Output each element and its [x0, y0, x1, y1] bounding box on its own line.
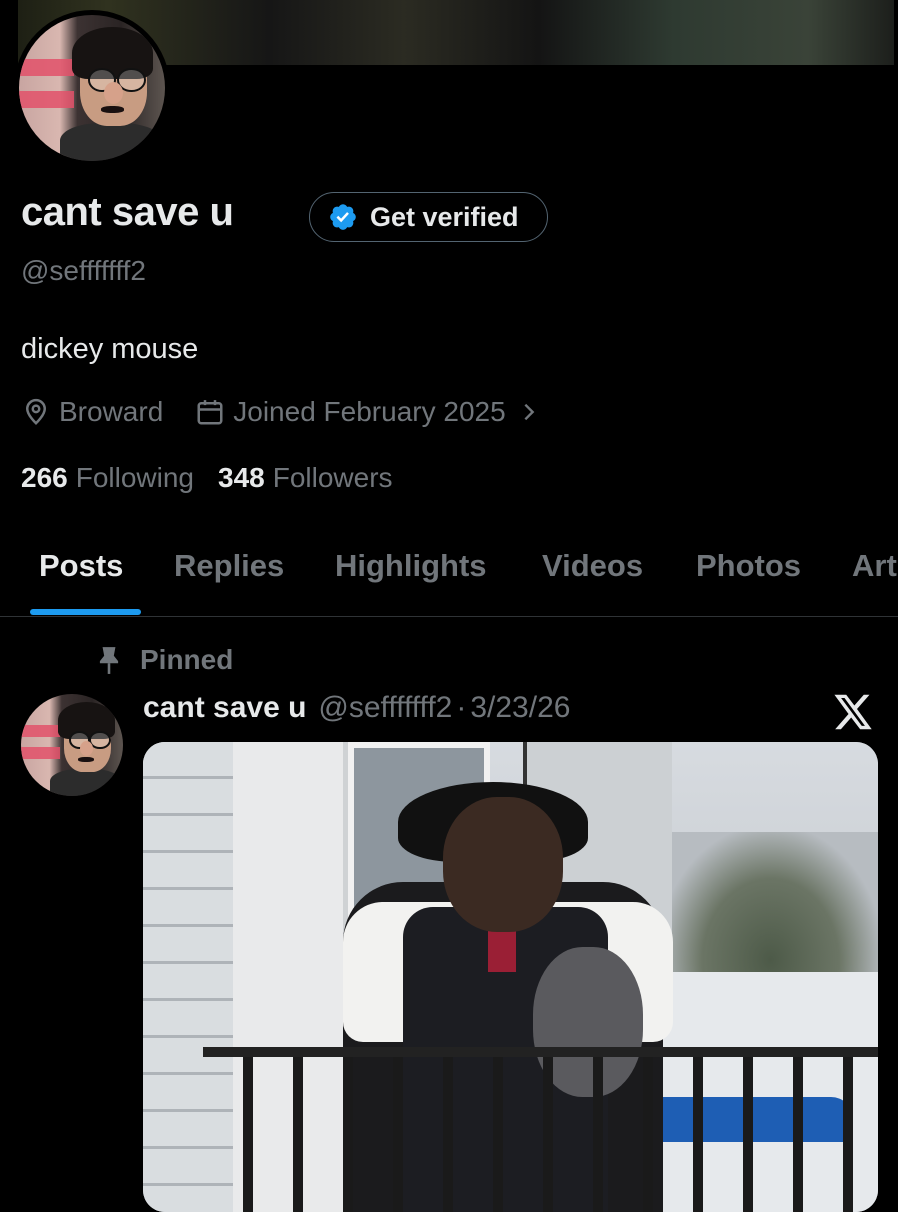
display-name: cant save u: [21, 190, 234, 234]
post-header: cant save u @sefffffff2 · 3/23/26: [143, 691, 570, 725]
photo-railing: [203, 1047, 878, 1212]
get-verified-button[interactable]: Get verified: [309, 192, 548, 242]
location-pin-icon: [25, 398, 47, 425]
banner-edge: [0, 0, 18, 65]
tab-posts[interactable]: Posts: [39, 548, 123, 584]
avatar-shirt: [59, 123, 163, 161]
avatar-bg-shelf: [19, 90, 75, 109]
pin-icon: [99, 647, 119, 674]
followers-link[interactable]: 348 Followers: [218, 462, 393, 494]
avatar-bg-shelf: [19, 58, 75, 77]
banner-edge: [894, 0, 898, 65]
pinned-indicator: Pinned: [96, 644, 233, 676]
pinned-label: Pinned: [140, 644, 234, 675]
photo-trees: [663, 832, 878, 992]
join-date[interactable]: Joined February 2025: [195, 396, 539, 428]
profile-meta: Broward Joined February 2025: [21, 396, 572, 428]
avatar-shirt: [49, 769, 121, 796]
avatar-bg-shelf: [21, 747, 60, 760]
tab-replies[interactable]: Replies: [174, 548, 284, 584]
following-count: 266: [21, 462, 68, 493]
avatar-image: [19, 15, 165, 161]
calendar-icon: [197, 400, 223, 425]
post-separator: ·: [456, 691, 467, 724]
join-date-text: Joined February 2025: [233, 396, 506, 427]
avatar-bg-shelf: [21, 724, 60, 737]
followers-count: 348: [218, 462, 265, 493]
post-author-handle[interactable]: @sefffffff2: [318, 691, 452, 725]
active-tab-indicator: [30, 609, 141, 615]
x-logo-icon[interactable]: [832, 693, 874, 731]
profile-handle: @sefffffff2: [21, 255, 146, 286]
post-author-name[interactable]: cant save u: [143, 691, 306, 725]
get-verified-label: Get verified: [370, 201, 519, 232]
tab-highlights[interactable]: Highlights: [335, 548, 487, 584]
post-date[interactable]: 3/23/26: [470, 691, 570, 725]
following-label: Following: [75, 462, 194, 493]
tab-photos[interactable]: Photos: [696, 548, 801, 584]
photo-head: [443, 797, 563, 932]
followers-label: Followers: [272, 462, 393, 493]
location-text: Broward: [59, 396, 164, 427]
profile-stats: 266 Following 348 Followers: [21, 462, 393, 494]
avatar-image: [21, 694, 123, 796]
avatar-nose: [103, 82, 123, 105]
verified-badge-icon: [330, 204, 356, 230]
avatar-mustache: [100, 105, 125, 113]
profile-tabs: Posts Replies Highlights Videos Photos A…: [0, 538, 898, 617]
tab-videos[interactable]: Videos: [542, 548, 643, 584]
profile-avatar[interactable]: [14, 10, 170, 166]
post-media-image[interactable]: [143, 742, 878, 1212]
post-author-avatar[interactable]: [21, 694, 123, 796]
profile-bio: dickey mouse: [21, 333, 199, 365]
chevron-right-icon: [524, 403, 535, 421]
tab-articles[interactable]: Art: [852, 548, 897, 584]
location: Broward: [21, 396, 163, 428]
following-link[interactable]: 266 Following: [21, 462, 194, 494]
